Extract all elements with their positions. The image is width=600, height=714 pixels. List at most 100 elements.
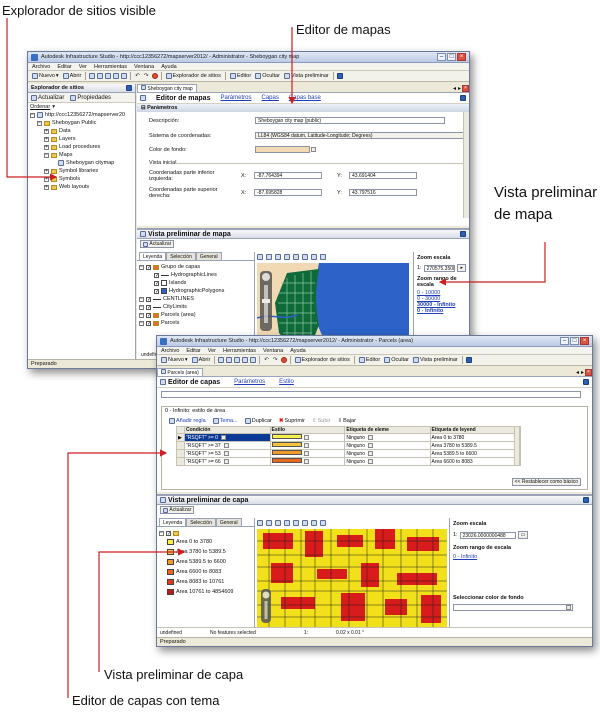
coords-field[interactable]: LL84 (WGS84 datum, Latitude-Longitude; D… xyxy=(255,132,469,139)
help-icon[interactable] xyxy=(583,497,589,503)
menu-herramientas[interactable]: Herramientas xyxy=(94,64,127,70)
zoom-extents-icon[interactable] xyxy=(302,520,308,526)
condition-edit-button[interactable] xyxy=(223,458,229,464)
layer-range-link[interactable]: 0 - Infinito xyxy=(453,554,589,560)
copy-icon[interactable] xyxy=(242,357,249,363)
chevron-down-icon[interactable] xyxy=(566,605,571,610)
zoom-rect-icon[interactable] xyxy=(275,254,281,260)
col-estilo[interactable]: Estilo xyxy=(269,426,346,434)
zoom-next-icon[interactable] xyxy=(320,254,326,260)
tree-item[interactable]: + Symbol libraries xyxy=(30,167,135,175)
menu-ver[interactable]: Ver xyxy=(79,64,87,70)
layer-preview-canvas[interactable] xyxy=(257,529,447,627)
dock-button[interactable]: Ocultar xyxy=(254,72,281,81)
menu-ventana[interactable]: Ventana xyxy=(134,64,154,70)
tree-item[interactable]: + Symbols xyxy=(30,175,135,183)
rule-legend-label[interactable]: Area 6600 to 8083 xyxy=(429,457,522,466)
parameters-section-header[interactable]: ⊟ Parámetros xyxy=(137,104,469,112)
link-capas[interactable]: Capas xyxy=(261,95,278,101)
menu-herramientas[interactable]: Herramientas xyxy=(223,348,256,354)
help-icon[interactable] xyxy=(126,85,132,91)
help-icon[interactable] xyxy=(465,357,472,363)
minimize-button[interactable]: – xyxy=(437,53,446,61)
label-edit-button[interactable] xyxy=(368,442,373,448)
map-zoom-scale-field[interactable]: 270575.35083 xyxy=(423,264,456,272)
tab-seleccion[interactable]: Selección xyxy=(186,518,216,526)
style-edit-button[interactable] xyxy=(303,443,309,449)
rule-feature-label[interactable]: Ninguno xyxy=(344,433,431,442)
rule-style[interactable] xyxy=(269,449,346,458)
legend-checkbox[interactable]: ✓ xyxy=(154,288,159,294)
expand-icon[interactable]: − xyxy=(139,296,144,302)
rule-feature-label[interactable]: Ninguno xyxy=(344,457,431,466)
rule-condition[interactable]: "RSQFT" >= 66 xyxy=(184,457,271,466)
zoom-in-icon[interactable] xyxy=(284,254,290,260)
legend-item[interactable]: ✓ HydrographicLines xyxy=(139,271,252,279)
legend-item[interactable]: − ✓ Grupo de capas xyxy=(139,263,252,271)
menu-archivo[interactable]: Archivo xyxy=(161,348,179,354)
legend-item[interactable]: − ✓ CENTLINES xyxy=(139,295,252,303)
ur-y-field[interactable]: 43.797516 xyxy=(349,189,417,196)
collapse-icon[interactable]: − xyxy=(159,530,164,536)
menu-archivo[interactable]: Archivo xyxy=(32,64,50,70)
open-button[interactable]: Abrir xyxy=(191,356,212,365)
rule-style[interactable] xyxy=(269,457,346,466)
close-doc-button[interactable]: × xyxy=(585,368,592,376)
zoom-prev-icon[interactable] xyxy=(311,254,317,260)
zoom-in-icon[interactable] xyxy=(284,520,290,526)
tab-leyenda[interactable]: Leyenda xyxy=(139,252,167,260)
new-button[interactable]: Nuevo ▾ xyxy=(160,356,189,365)
ll-x-field[interactable]: -87.764394 xyxy=(254,172,322,179)
delete-button[interactable]: ✖ Suprimir xyxy=(278,416,306,425)
close-button[interactable]: × xyxy=(580,337,589,345)
expand-icon[interactable]: − xyxy=(139,264,144,270)
ur-x-field[interactable]: -87.695828 xyxy=(254,189,322,196)
rule-condition[interactable]: "RSQFT" >= 53 xyxy=(184,449,271,458)
stop-icon[interactable] xyxy=(151,73,158,79)
expand-icon[interactable] xyxy=(147,272,152,278)
help-icon[interactable] xyxy=(336,73,343,79)
open-button[interactable]: Abrir xyxy=(62,72,83,81)
link-parametros[interactable]: Parámetros xyxy=(220,95,251,101)
editor-scrollbar[interactable] xyxy=(463,112,469,218)
pan-icon[interactable] xyxy=(266,520,272,526)
legend-checkbox[interactable]: ✓ xyxy=(154,272,159,278)
tab-leyenda[interactable]: Leyenda xyxy=(159,518,187,526)
menu-ver[interactable]: Ver xyxy=(208,348,216,354)
bgcolor-dropdown[interactable] xyxy=(453,604,573,611)
style-edit-button[interactable] xyxy=(303,459,309,465)
save-all-icon[interactable] xyxy=(226,357,233,363)
menu-ayuda[interactable]: Ayuda xyxy=(161,64,177,70)
doc-tab-sheboygan[interactable]: Sheboygan city map xyxy=(137,84,197,92)
cut-icon[interactable] xyxy=(105,73,112,79)
rule-legend-label[interactable]: Area 0 to 3780 xyxy=(429,433,522,442)
preview-button[interactable]: Vista preliminar xyxy=(283,72,330,81)
add-rule-button[interactable]: Añadir regla xyxy=(168,416,207,425)
zoom-extents-icon[interactable] xyxy=(302,254,308,260)
rule-row[interactable]: "RSQFT" >= 37 Ninguno Area 3780 to 5389.5 xyxy=(176,441,522,450)
rule-row[interactable]: "RSQFT" >= 66 Ninguno Area 6600 to 8083 xyxy=(176,457,522,466)
pan-icon[interactable] xyxy=(266,254,272,260)
help-icon[interactable] xyxy=(460,231,466,237)
move-down-button[interactable]: ⇩ Bajar xyxy=(336,416,356,425)
move-up-button[interactable]: ⇧ Subir xyxy=(311,416,331,425)
expand-icon[interactable]: + xyxy=(44,184,49,190)
ll-y-field[interactable]: 43.691404 xyxy=(349,172,417,179)
close-button[interactable]: × xyxy=(457,53,466,61)
expand-icon[interactable]: + xyxy=(44,176,49,182)
zoom-out-icon[interactable] xyxy=(293,520,299,526)
expand-icon[interactable]: + xyxy=(44,168,49,174)
menu-ayuda[interactable]: Ayuda xyxy=(290,348,306,354)
rule-condition[interactable]: "RSQFT" >= 0 xyxy=(184,433,271,442)
sort-row[interactable]: Ordenar ▾ xyxy=(28,103,135,111)
menu-editar[interactable]: Editar xyxy=(186,348,200,354)
col-etiqueta-elemento[interactable]: Etiqueta de eleme xyxy=(344,426,431,434)
zoom-next-icon[interactable] xyxy=(320,520,326,526)
tree-item[interactable]: + Web layouts xyxy=(30,183,135,191)
range-link-3[interactable]: 0 - Infinito xyxy=(417,308,466,314)
duplicate-button[interactable]: Duplicar xyxy=(244,416,273,425)
expand-icon[interactable]: − xyxy=(44,152,49,158)
maximize-button[interactable]: □ xyxy=(570,337,579,345)
tab-seleccion[interactable]: Selección xyxy=(166,252,196,260)
expand-icon[interactable]: + xyxy=(44,128,49,134)
